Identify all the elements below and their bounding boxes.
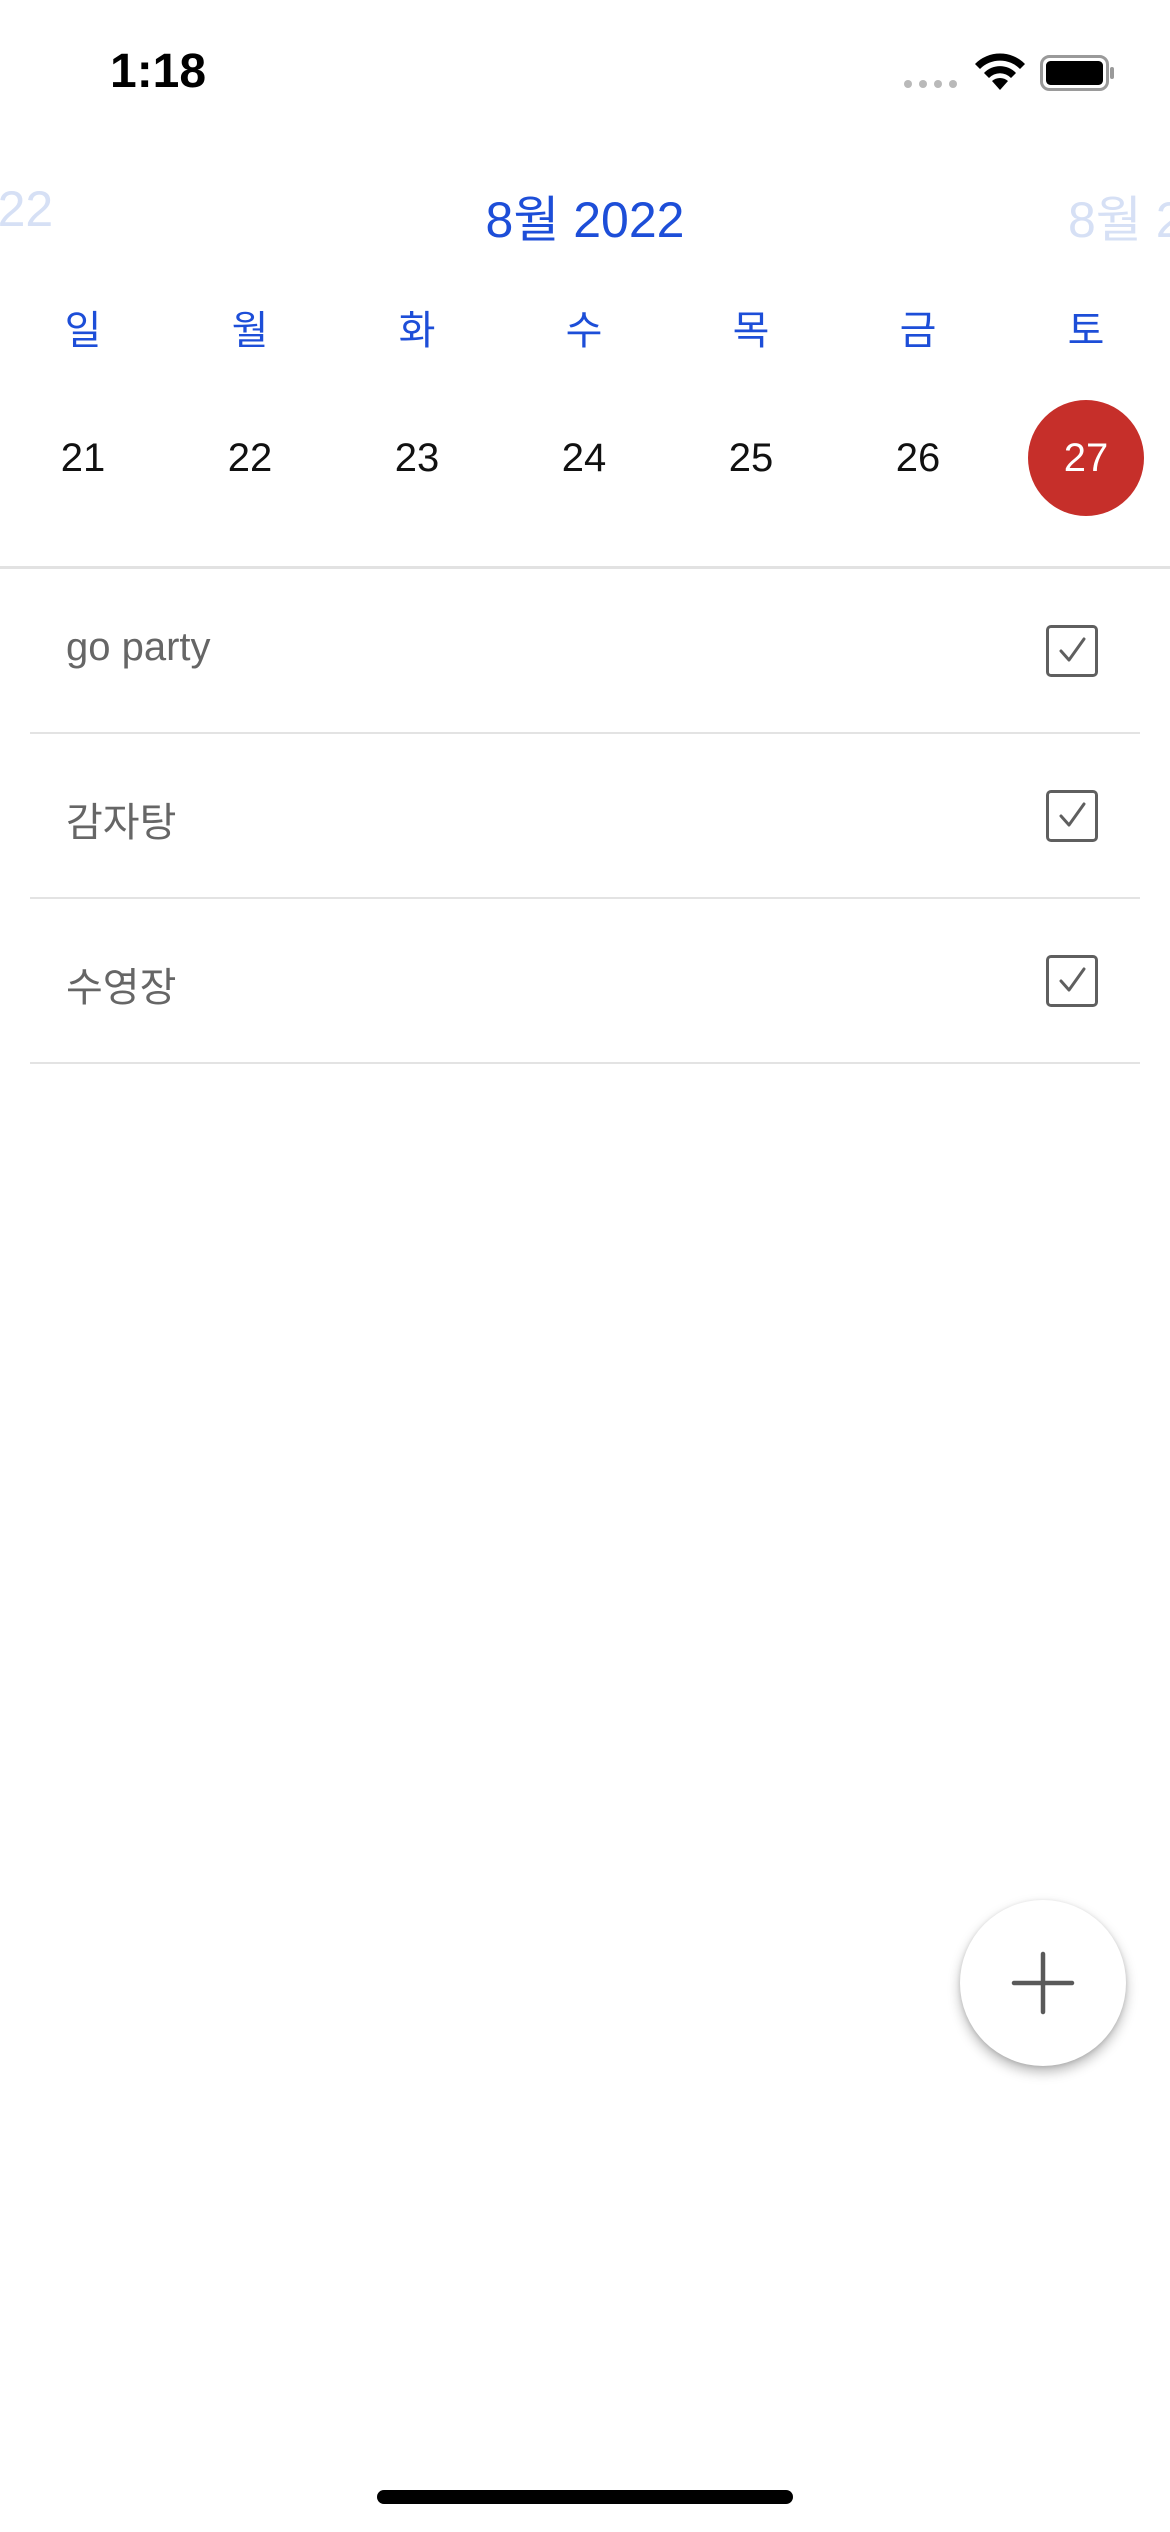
day-cell[interactable]: 24 xyxy=(526,400,642,516)
weekday-friday: 금 xyxy=(899,309,937,353)
task-item[interactable]: 감자탕 xyxy=(30,734,1140,899)
weekday-thursday: 목 xyxy=(732,309,770,353)
status-time: 1:18 xyxy=(110,45,207,98)
wifi-icon xyxy=(975,53,1025,90)
weekday-saturday: 토 xyxy=(1067,309,1105,353)
task-checkbox[interactable] xyxy=(1046,625,1098,677)
checkmark-icon xyxy=(1059,967,1086,992)
task-checkbox[interactable] xyxy=(1046,955,1098,1007)
weekday-monday: 월 xyxy=(231,309,269,353)
battery-icon xyxy=(1040,55,1114,91)
month-carousel[interactable]: 2022 8월 2022 8월 2 xyxy=(0,180,1170,260)
plus-icon xyxy=(1011,1951,1075,2015)
task-list: go party 감자탕 수영장 xyxy=(30,569,1140,1064)
cellular-signal-icon xyxy=(904,80,957,88)
add-task-button[interactable] xyxy=(960,1900,1126,2066)
current-month-label: 8월 2022 xyxy=(485,192,685,248)
task-item[interactable]: 수영장 xyxy=(30,899,1140,1064)
task-label: go party xyxy=(66,625,211,669)
checkmark-icon xyxy=(1059,637,1086,662)
weekday-sunday: 일 xyxy=(64,309,102,353)
next-month-label[interactable]: 8월 2 xyxy=(1068,180,1170,252)
app-screen: 1:18 2022 8월 2022 8월 2 일 월 화 수 목 금 토 21 … xyxy=(0,0,1170,2532)
task-label: 감자탕 xyxy=(66,801,177,845)
day-cell[interactable]: 23 xyxy=(359,400,475,516)
home-indicator[interactable] xyxy=(377,2490,793,2504)
day-cell[interactable]: 26 xyxy=(860,400,976,516)
task-checkbox[interactable] xyxy=(1046,790,1098,842)
day-cell[interactable]: 22 xyxy=(192,400,308,516)
week-days-row: 21 22 23 24 25 26 27 xyxy=(0,400,1170,520)
task-label: 수영장 xyxy=(66,966,177,1010)
day-cell[interactable]: 25 xyxy=(693,400,809,516)
weekday-tuesday: 화 xyxy=(398,309,436,353)
task-item[interactable]: go party xyxy=(30,569,1140,734)
weekday-wednesday: 수 xyxy=(565,309,603,353)
day-cell[interactable]: 21 xyxy=(25,400,141,516)
weekday-header: 일 월 화 수 목 금 토 xyxy=(0,298,1170,358)
selected-day-cell[interactable]: 27 xyxy=(1028,400,1144,516)
checkmark-icon xyxy=(1059,802,1086,827)
status-bar: 1:18 xyxy=(0,0,1170,150)
